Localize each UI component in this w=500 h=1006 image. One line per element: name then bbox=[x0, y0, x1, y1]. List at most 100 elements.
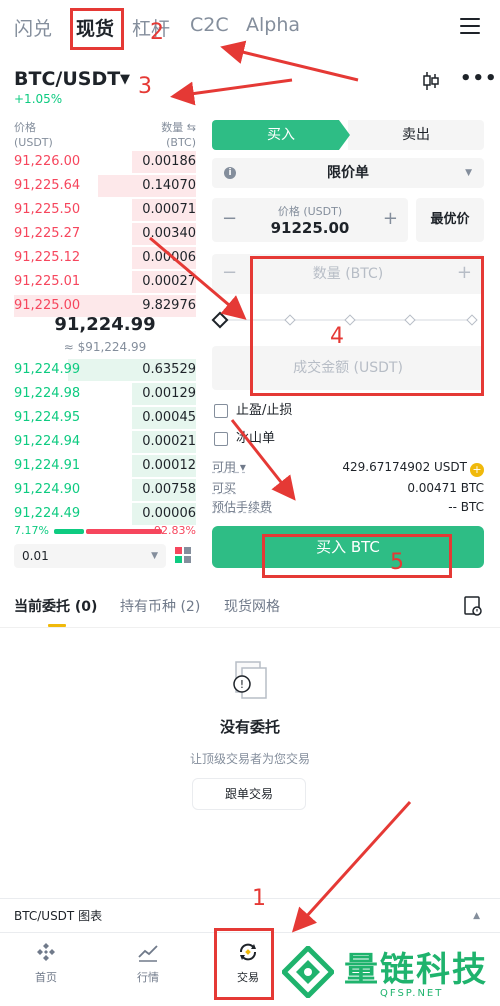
orderbook-qty: 0.00186 bbox=[142, 154, 196, 169]
pair-selector[interactable]: BTC/USDT bbox=[14, 68, 120, 90]
tab-holdings[interactable]: 持有币种 (2) bbox=[120, 596, 200, 616]
nav-markets[interactable]: 行情 bbox=[118, 941, 178, 985]
orderbook-qty: 0.00006 bbox=[142, 250, 196, 265]
can-buy-label: 可买 bbox=[212, 481, 237, 495]
more-icon[interactable]: ••• bbox=[460, 68, 498, 89]
sell-tab[interactable]: 卖出 bbox=[348, 120, 484, 150]
orderbook-row[interactable]: 91,225.50 0.00071 bbox=[14, 198, 196, 222]
orderbook-qty: 0.63529 bbox=[142, 362, 196, 377]
iceberg-checkbox[interactable]: 冰山单 bbox=[214, 430, 414, 450]
nav-markets-label: 行情 bbox=[137, 971, 159, 984]
orderbook-row[interactable]: 91,225.64 0.14070 bbox=[14, 174, 196, 198]
annotation-box-1 bbox=[214, 928, 274, 1000]
orderbook-row[interactable]: 91,226.00 0.00186 bbox=[14, 150, 196, 174]
orderbook-row[interactable]: 91,224.95 0.00045 bbox=[14, 406, 196, 430]
iceberg-label: 冰山单 bbox=[236, 431, 276, 446]
caret-up-icon[interactable]: ▲ bbox=[473, 899, 480, 933]
candlestick-icon[interactable] bbox=[420, 70, 442, 92]
copy-trading-button[interactable]: 跟单交易 bbox=[192, 778, 306, 810]
checkbox[interactable] bbox=[214, 404, 228, 418]
orderbook-qty: 0.00071 bbox=[142, 202, 196, 217]
tp-sl-label: 止盈/止损 bbox=[236, 403, 293, 418]
orderbook-layout-icon[interactable] bbox=[174, 546, 192, 564]
orderbook-qty: 0.00006 bbox=[142, 506, 196, 521]
available-label[interactable]: 可用 ▾ bbox=[212, 458, 246, 476]
last-price-fiat: ≈ $91,224.99 bbox=[63, 340, 147, 354]
svg-text:!: ! bbox=[240, 678, 244, 691]
empty-subtitle: 让顶级交易者为您交易 bbox=[189, 752, 310, 766]
orderbook-price: 91,224.99 bbox=[14, 362, 81, 377]
orderbook-row[interactable]: 91,224.98 0.00129 bbox=[14, 382, 196, 406]
buy-tab[interactable]: 买入 bbox=[212, 120, 350, 150]
fee-row: 预估手续费 -- BTC bbox=[212, 498, 484, 516]
price-value[interactable]: 91225.00 bbox=[212, 219, 408, 237]
annotation-number-5: 5 bbox=[390, 550, 404, 575]
sell-ratio-bar bbox=[86, 529, 162, 534]
tab-c2c[interactable]: C2C bbox=[190, 14, 229, 36]
orderbook-qty: 0.14070 bbox=[142, 178, 196, 193]
can-buy-value: 0.00471 BTC bbox=[407, 481, 484, 495]
fee-label[interactable]: 预估手续费 bbox=[212, 498, 272, 516]
orderbook-row[interactable]: 91,224.90 0.00758 bbox=[14, 478, 196, 502]
orderbook-row[interactable]: 91,225.01 0.00027 bbox=[14, 270, 196, 294]
orderbook-header: 价格 (USDT) 数量 ⇆ (BTC) bbox=[14, 120, 196, 150]
price-increment-button[interactable]: + bbox=[383, 208, 398, 229]
orderbook-price: 91,224.90 bbox=[14, 482, 81, 497]
caret-down-icon[interactable]: ▼ bbox=[120, 72, 130, 87]
orderbook-price: 91,224.95 bbox=[14, 410, 81, 425]
best-price-button[interactable]: 最优价 bbox=[416, 198, 484, 242]
watermark-logo bbox=[282, 946, 334, 998]
orderbook-price: 91,224.49 bbox=[14, 506, 81, 521]
orderbook-price: 91,225.12 bbox=[14, 250, 81, 265]
annotation-box-5 bbox=[262, 534, 452, 578]
chart-toggle-bar[interactable]: BTC/USDT 图表 ▲ bbox=[0, 898, 500, 932]
orderbook-qty: 0.00027 bbox=[142, 274, 196, 289]
tp-sl-checkbox[interactable]: 止盈/止损 bbox=[214, 402, 414, 422]
info-icon[interactable]: i bbox=[224, 167, 236, 179]
orderbook-row[interactable]: 91,225.12 0.00006 bbox=[14, 246, 196, 270]
watermark-name: 量链科技 bbox=[344, 950, 488, 990]
annotation-box-2 bbox=[70, 8, 124, 50]
qty-decrement-button[interactable]: − bbox=[222, 262, 237, 283]
checkbox[interactable] bbox=[214, 432, 228, 446]
depth-value: 0.01 bbox=[22, 549, 49, 563]
buy-ratio-bar bbox=[54, 529, 84, 534]
empty-title: 没有委托 bbox=[219, 718, 280, 736]
empty-orders-icon: ! bbox=[233, 661, 267, 699]
orderbook-row[interactable]: 91,224.99 0.63529 bbox=[14, 358, 196, 382]
nav-home-label: 首页 bbox=[35, 971, 57, 984]
depth-select[interactable]: 0.01 ▼ bbox=[14, 544, 166, 568]
price-input[interactable]: − 价格 (USDT) 91225.00 + bbox=[212, 198, 408, 242]
tab-alpha[interactable]: Alpha bbox=[246, 14, 300, 36]
orderbook-qty: 0.00012 bbox=[142, 458, 196, 473]
menu-icon[interactable] bbox=[460, 18, 480, 36]
qty-header[interactable]: 数量 ⇆ bbox=[161, 120, 196, 135]
fee-value: -- BTC bbox=[448, 500, 484, 514]
deposit-plus-icon[interactable]: + bbox=[470, 463, 484, 477]
can-buy-row: 可买 0.00471 BTC bbox=[212, 479, 484, 497]
qty-unit: (BTC) bbox=[166, 136, 196, 149]
orderbook-row[interactable]: 91,224.49 0.00006 bbox=[14, 502, 196, 526]
orderbook-price: 91,225.50 bbox=[14, 202, 81, 217]
tab-open-orders[interactable]: 当前委托 (0) bbox=[14, 596, 97, 616]
buy-ratio: 7.17% bbox=[14, 524, 49, 537]
orderbook-qty: 0.00045 bbox=[142, 410, 196, 425]
order-history-icon[interactable] bbox=[464, 596, 482, 616]
tab-spot-grid[interactable]: 现货网格 bbox=[224, 596, 280, 616]
buy-sell-ratio: 7.17% 92.83% bbox=[14, 524, 196, 540]
orderbook-price: 91,224.94 bbox=[14, 434, 81, 449]
available-value: 429.67174902 USDT bbox=[342, 460, 467, 474]
available-row: 可用 ▾ 429.67174902 USDT + bbox=[212, 458, 484, 477]
orderbook-row[interactable]: 91,224.94 0.00021 bbox=[14, 430, 196, 454]
orderbook-row[interactable]: 91,224.91 0.00012 bbox=[14, 454, 196, 478]
home-icon bbox=[37, 943, 55, 961]
price-label: 价格 (USDT) bbox=[277, 205, 343, 218]
side-tabs: 卖出 买入 bbox=[212, 120, 484, 150]
orderbook-row[interactable]: 91,225.27 0.00340 bbox=[14, 222, 196, 246]
nav-home[interactable]: 首页 bbox=[16, 941, 76, 985]
order-type-select[interactable]: i 限价单 ▼ bbox=[212, 158, 484, 188]
tab-convert[interactable]: 闪兑 bbox=[14, 14, 52, 41]
slider-handle[interactable] bbox=[211, 311, 229, 329]
annotation-number-4: 4 bbox=[330, 324, 344, 349]
orderbook-qty: 0.00129 bbox=[142, 386, 196, 401]
